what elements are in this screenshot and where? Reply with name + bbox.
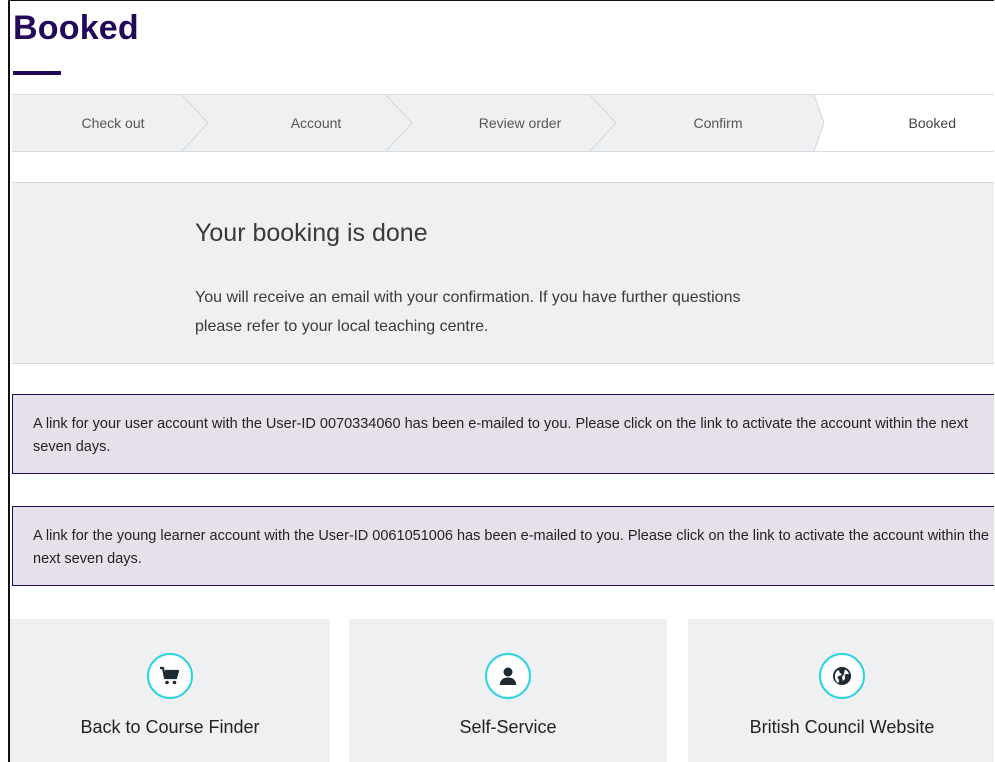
- user-account-notice: A link for your user account with the Us…: [12, 394, 994, 474]
- tile-label: Self-Service: [459, 717, 557, 737]
- checkout-progress-steps: Check out Account Review order Confirm B…: [12, 94, 994, 152]
- page-title: Booked: [13, 9, 139, 47]
- step-label: Booked: [908, 115, 956, 131]
- booking-confirmation-panel: Your booking is done You will receive an…: [12, 182, 994, 364]
- step-booked: Booked: [814, 95, 994, 151]
- young-learner-account-notice: A link for the young learner account wit…: [12, 506, 994, 586]
- self-service-tile[interactable]: Self-Service: [349, 619, 667, 762]
- cart-icon: [147, 653, 193, 699]
- step-separator-icon: [590, 95, 617, 151]
- globe-icon: [819, 653, 865, 699]
- step-label: Review order: [478, 115, 562, 131]
- notice-text: A link for the young learner account wit…: [33, 528, 989, 567]
- person-icon: [485, 653, 531, 699]
- step-separator-icon: [386, 95, 413, 151]
- confirmation-message: You will receive an email with your conf…: [195, 289, 741, 335]
- confirmation-heading: Your booking is done: [195, 219, 428, 247]
- step-separator-icon: [182, 95, 209, 151]
- step-label: Account: [290, 115, 342, 131]
- step-confirm: Confirm: [622, 95, 814, 151]
- page-frame: Booked Check out Account Review order Co…: [8, 0, 994, 762]
- british-council-website-tile[interactable]: British Council Website: [688, 619, 994, 762]
- title-underline: [13, 71, 61, 75]
- step-label: Check out: [81, 115, 145, 131]
- tile-label: British Council Website: [749, 717, 935, 737]
- step-label: Confirm: [693, 115, 743, 131]
- back-to-course-finder-tile[interactable]: Back to Course Finder: [10, 619, 330, 762]
- step-separator-icon: [796, 95, 824, 151]
- notice-text: A link for your user account with the Us…: [33, 416, 968, 455]
- tile-label: Back to Course Finder: [80, 717, 260, 737]
